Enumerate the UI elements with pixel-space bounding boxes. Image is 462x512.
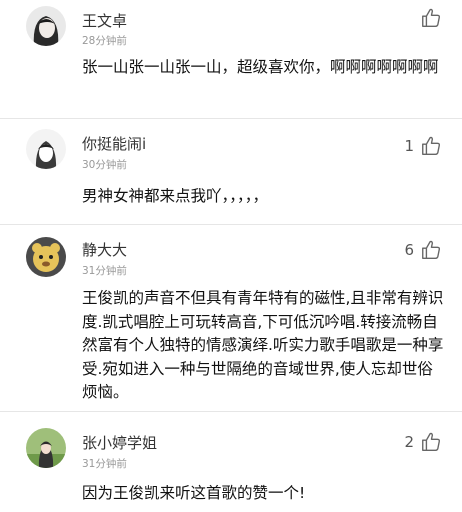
comment-time: 31分钟前 [82, 458, 127, 470]
comment-text: 男神女神都来点我吖，，，，， [82, 187, 269, 205]
like-button[interactable]: 2 [404, 431, 442, 453]
avatar[interactable] [26, 6, 66, 46]
commenter-name[interactable]: 王文卓 [82, 10, 127, 31]
comment-item: 王文卓 28分钟前 张一山张一山张一山，超级喜欢你，啊啊啊啊啊啊啊 [0, 0, 462, 120]
comment-item: 静大大 31分钟前 6 王俊凯的声音不但具有青年特有的磁性,且非常有辨识度.凯式… [0, 225, 462, 411]
comment-item: 你挺能闹i 30分钟前 1 男神女神都来点我吖，，，，， [0, 119, 462, 224]
avatar[interactable] [26, 428, 66, 468]
commenter-name[interactable]: 张小婷学姐 [82, 432, 157, 453]
commenter-name[interactable]: 你挺能闹i [82, 133, 146, 154]
comment-time: 31分钟前 [82, 265, 127, 277]
like-button[interactable]: 6 [404, 239, 442, 261]
thumbs-up-icon [422, 8, 441, 27]
like-count: 1 [404, 137, 414, 155]
girl-outdoor-photo-avatar-icon [26, 428, 66, 468]
comment-text: 张一山张一山张一山，超级喜欢你，啊啊啊啊啊啊啊 [82, 58, 439, 76]
commenter-name[interactable]: 静大大 [82, 239, 127, 260]
avatar[interactable] [26, 129, 66, 169]
comment-time: 28分钟前 [82, 35, 127, 47]
monochrome-sketch-avatar-icon [26, 129, 66, 169]
like-button[interactable]: 1 [404, 135, 442, 157]
comment-time: 30分钟前 [82, 159, 127, 171]
like-count: 6 [404, 241, 414, 259]
thumbs-up-icon [422, 240, 441, 259]
dark-hair-girl-avatar-icon [26, 6, 66, 46]
like-button[interactable] [414, 7, 442, 29]
comment-text: 因为王俊凯来听这首歌的赞一个! [82, 484, 306, 502]
avatar[interactable] [26, 237, 66, 277]
thumbs-up-icon [422, 432, 441, 451]
cartoon-animal-avatar-icon [26, 237, 66, 277]
comment-text: 王俊凯的声音不但具有青年特有的磁性,且非常有辨识度.凯式唱腔上可玩转高音,下可低… [82, 289, 444, 401]
like-count: 2 [404, 433, 414, 451]
thumbs-up-icon [422, 136, 441, 155]
comment-item: 张小婷学姐 31分钟前 2 因为王俊凯来听这首歌的赞一个! [0, 412, 462, 512]
